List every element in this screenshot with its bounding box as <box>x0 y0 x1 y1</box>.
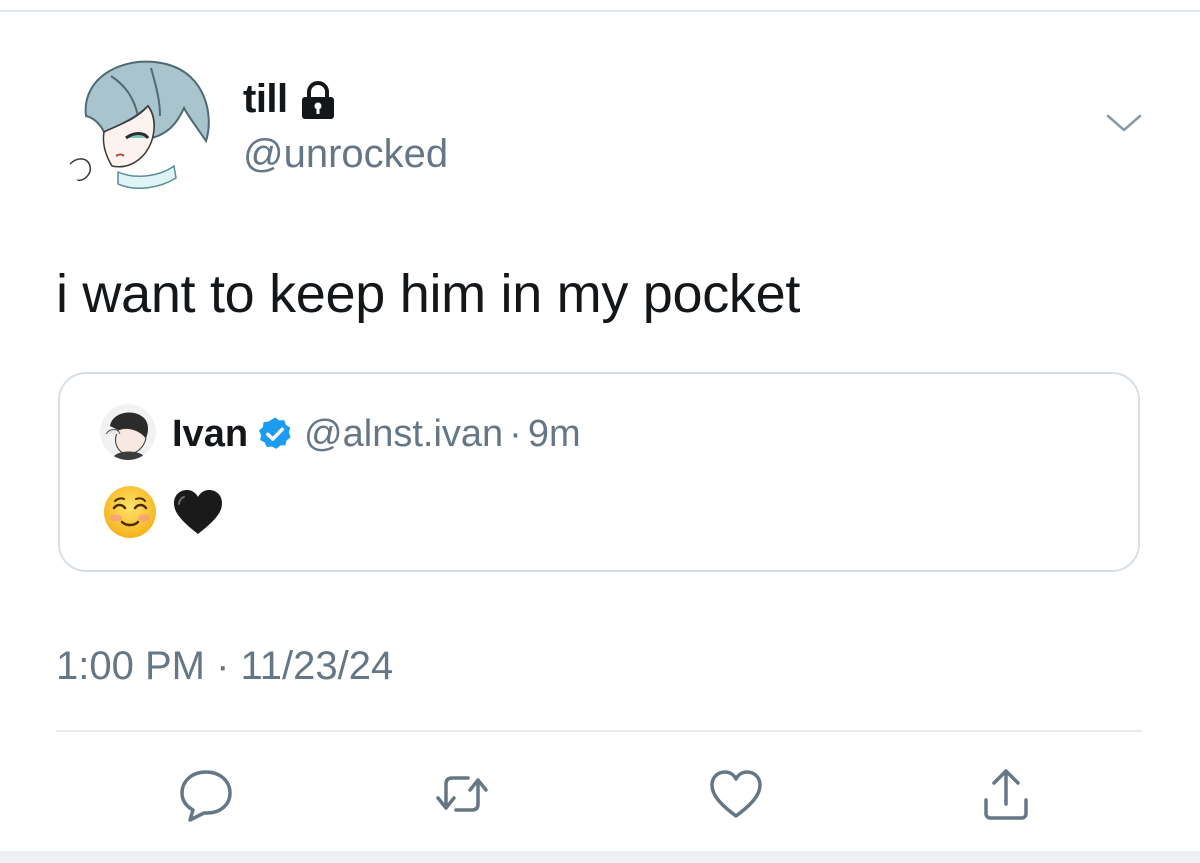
lock-icon <box>300 81 336 121</box>
quoted-tweet-body <box>102 484 226 540</box>
heart-icon <box>710 770 762 818</box>
tweet-timestamp[interactable]: 1:00 PM · 11/23/24 <box>56 642 393 690</box>
quoted-tweet-age[interactable]: 9m <box>528 412 581 456</box>
tweet-text: i want to keep him in my pocket <box>56 264 801 324</box>
share-button[interactable] <box>976 764 1036 824</box>
top-divider <box>0 10 1200 12</box>
bottom-edge <box>0 851 1200 863</box>
author-display-name[interactable]: till <box>243 76 288 122</box>
speech-bubble-icon <box>180 770 232 822</box>
author-handle[interactable]: @unrocked <box>243 130 448 178</box>
action-bar-divider <box>56 730 1142 732</box>
tweet-detail-view: till @unrocked i want to keep him in my … <box>0 0 1200 863</box>
retweet-button[interactable] <box>432 764 492 824</box>
black-heart-emoji <box>170 484 226 540</box>
reply-button[interactable] <box>176 764 236 824</box>
share-icon <box>984 769 1028 820</box>
like-button[interactable] <box>706 764 766 824</box>
verified-badge-icon <box>256 415 294 453</box>
separator-dot: · <box>509 413 522 455</box>
quoted-author-name[interactable]: Ivan <box>172 412 248 456</box>
quoted-author-avatar[interactable] <box>100 404 156 460</box>
chevron-down-icon[interactable] <box>1104 112 1144 136</box>
quoted-author-handle[interactable]: @alnst.ivan <box>304 412 503 456</box>
author-name-row: till <box>243 76 336 122</box>
author-avatar[interactable] <box>56 46 216 206</box>
relaxed-face-emoji <box>102 484 158 540</box>
retweet-icon <box>436 776 488 812</box>
quoted-tweet-header: Ivan @alnst.ivan · 9m <box>172 412 581 456</box>
quoted-tweet-card[interactable]: Ivan @alnst.ivan · 9m <box>58 372 1140 572</box>
